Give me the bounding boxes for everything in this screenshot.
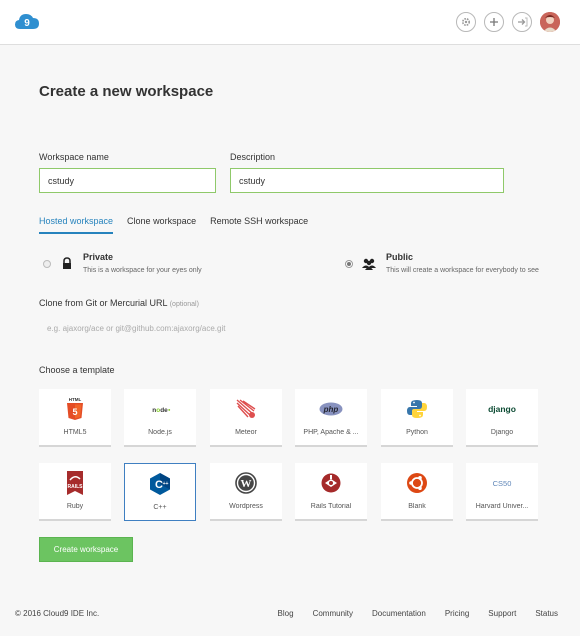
page-title: Create a new workspace [39, 83, 214, 100]
footer-link-pricing[interactable]: Pricing [445, 609, 469, 618]
private-title: Private [83, 252, 114, 262]
public-radio[interactable] [345, 260, 353, 268]
users-icon [362, 257, 376, 270]
choose-template-label: Choose a template [39, 365, 115, 375]
svg-text:RAILS: RAILS [68, 484, 84, 490]
private-description: This is a workspace for your eyes only [83, 267, 202, 274]
meteor-icon [234, 397, 258, 421]
public-option[interactable]: Public This will create a workspace for … [343, 252, 563, 278]
public-description: This will create a workspace for everybo… [386, 267, 539, 274]
footer-link-status[interactable]: Status [535, 609, 558, 618]
svg-text:php: php [323, 405, 339, 414]
template-label: Wordpress [229, 503, 263, 510]
template-harvard[interactable]: CS50 Harvard Univer... [466, 463, 538, 521]
svg-text:++: ++ [163, 481, 169, 487]
svg-text:5: 5 [72, 407, 77, 417]
rails-icon: RAILS [63, 471, 87, 495]
clone-url-label: Clone from Git or Mercurial URL (optiona… [39, 298, 199, 308]
footer-link-documentation[interactable]: Documentation [372, 609, 426, 618]
python-icon [405, 397, 429, 421]
plus-icon[interactable] [484, 12, 504, 32]
clone-url-optional: (optional) [169, 301, 199, 308]
cloud9-logo-icon[interactable]: 9 [14, 11, 40, 33]
workspace-name-input[interactable] [39, 168, 216, 193]
ubuntu-icon [405, 471, 429, 495]
template-php[interactable]: php PHP, Apache & ... [295, 389, 367, 447]
template-label: HTML5 [63, 429, 87, 436]
nodejs-icon: node [148, 397, 172, 421]
template-label: Ruby [66, 503, 84, 510]
template-nodejs[interactable]: node Node.js [124, 389, 196, 447]
private-radio[interactable] [43, 260, 51, 268]
user-avatar[interactable] [540, 12, 560, 32]
footer-link-community[interactable]: Community [313, 609, 353, 618]
template-label: Blank [408, 503, 426, 510]
template-label: PHP, Apache & ... [303, 429, 359, 436]
template-rails-tutorial[interactable]: Rails Tutorial [295, 463, 367, 521]
gear-icon[interactable] [456, 12, 476, 32]
tab-clone-workspace[interactable]: Clone workspace [127, 210, 196, 234]
django-icon: django [482, 397, 522, 421]
lock-icon [61, 257, 73, 270]
description-input[interactable] [230, 168, 504, 193]
svg-text:W: W [241, 478, 252, 490]
top-bar: 9 [0, 0, 580, 45]
tab-hosted-workspace[interactable]: Hosted workspace [39, 210, 114, 234]
private-option[interactable]: Private This is a workspace for your eye… [39, 252, 319, 278]
template-label: Node.js [148, 429, 172, 436]
public-title: Public [386, 252, 414, 262]
footer: © 2016 Cloud9 IDE Inc. Blog Community Do… [0, 600, 580, 636]
description-label: Description [230, 152, 276, 162]
template-django[interactable]: django Django [466, 389, 538, 447]
template-label: C++ [153, 504, 167, 511]
html5-icon: HTML 5 [63, 397, 87, 421]
tab-remote-ssh-workspace[interactable]: Remote SSH workspace [210, 210, 308, 234]
workspace-type-tabs: Hosted workspace Clone workspace Remote … [39, 210, 308, 234]
svg-text:node: node [152, 407, 168, 414]
rails-tutorial-icon [319, 471, 343, 495]
template-label: Django [490, 429, 514, 436]
template-html5[interactable]: HTML 5 HTML5 [39, 389, 111, 447]
template-wordpress[interactable]: W Wordpress [210, 463, 282, 521]
template-blank[interactable]: Blank [381, 463, 453, 521]
svg-text:CS50: CS50 [493, 479, 512, 488]
template-label: Rails Tutorial [310, 503, 352, 510]
cs50-icon: CS50 [487, 471, 517, 495]
template-meteor[interactable]: Meteor [210, 389, 282, 447]
template-ruby[interactable]: RAILS Ruby [39, 463, 111, 521]
clone-url-input[interactable] [39, 318, 539, 338]
template-label: Meteor [235, 429, 257, 436]
clone-url-label-text: Clone from Git or Mercurial URL [39, 298, 168, 308]
php-icon: php [319, 397, 343, 421]
workspace-name-label: Workspace name [39, 152, 109, 162]
template-cpp[interactable]: C ++ C++ [124, 463, 196, 521]
cpp-icon: C ++ [148, 472, 172, 496]
svg-text:HTML: HTML [69, 397, 82, 402]
copyright: © 2016 Cloud9 IDE Inc. [15, 609, 100, 618]
create-workspace-button[interactable]: Create workspace [39, 537, 133, 562]
footer-link-support[interactable]: Support [488, 609, 516, 618]
template-label: Python [406, 429, 428, 436]
sign-out-icon[interactable] [512, 12, 532, 32]
svg-text:django: django [488, 404, 516, 414]
footer-link-blog[interactable]: Blog [278, 609, 294, 618]
template-label: Harvard Univer... [475, 503, 529, 510]
template-python[interactable]: Python [381, 389, 453, 447]
wordpress-icon: W [234, 471, 258, 495]
svg-text:9: 9 [24, 18, 30, 29]
